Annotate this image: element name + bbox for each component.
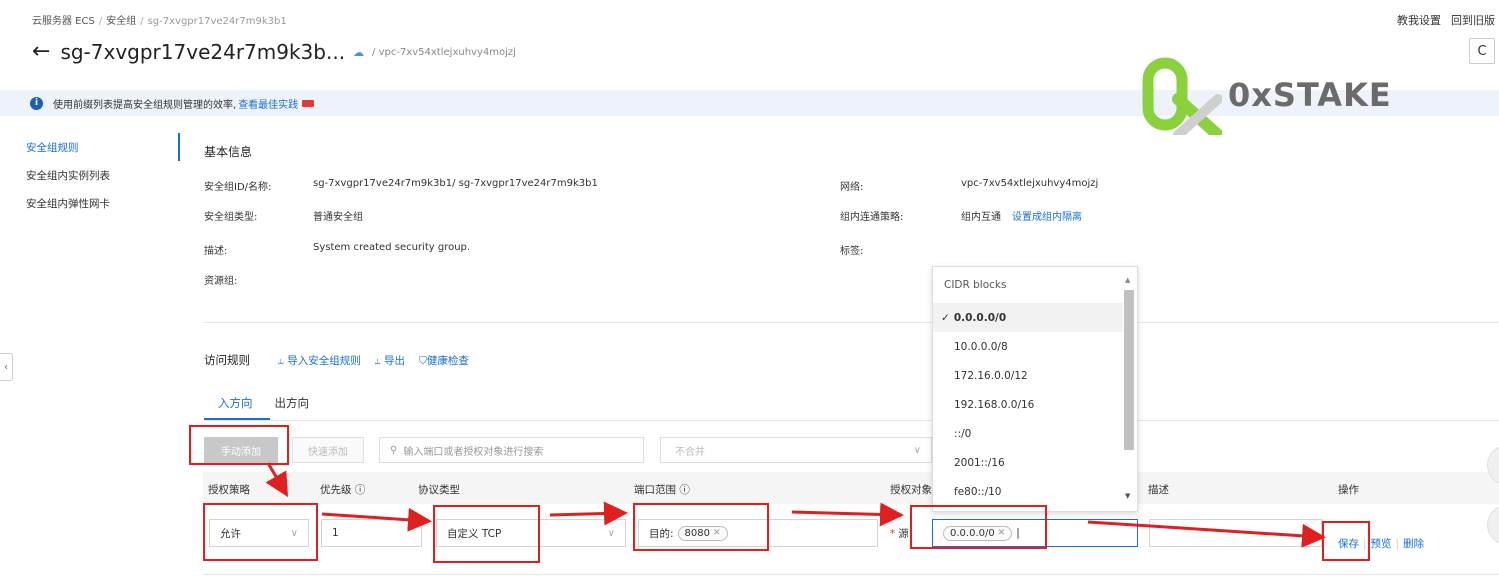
arrow-5: [1087, 520, 1326, 548]
annotation-arrows: [265, 462, 1326, 548]
arrow-3: [549, 501, 628, 526]
arrow-4: [791, 502, 904, 527]
arrow-1: [265, 462, 289, 498]
arrow-2: [321, 507, 432, 532]
